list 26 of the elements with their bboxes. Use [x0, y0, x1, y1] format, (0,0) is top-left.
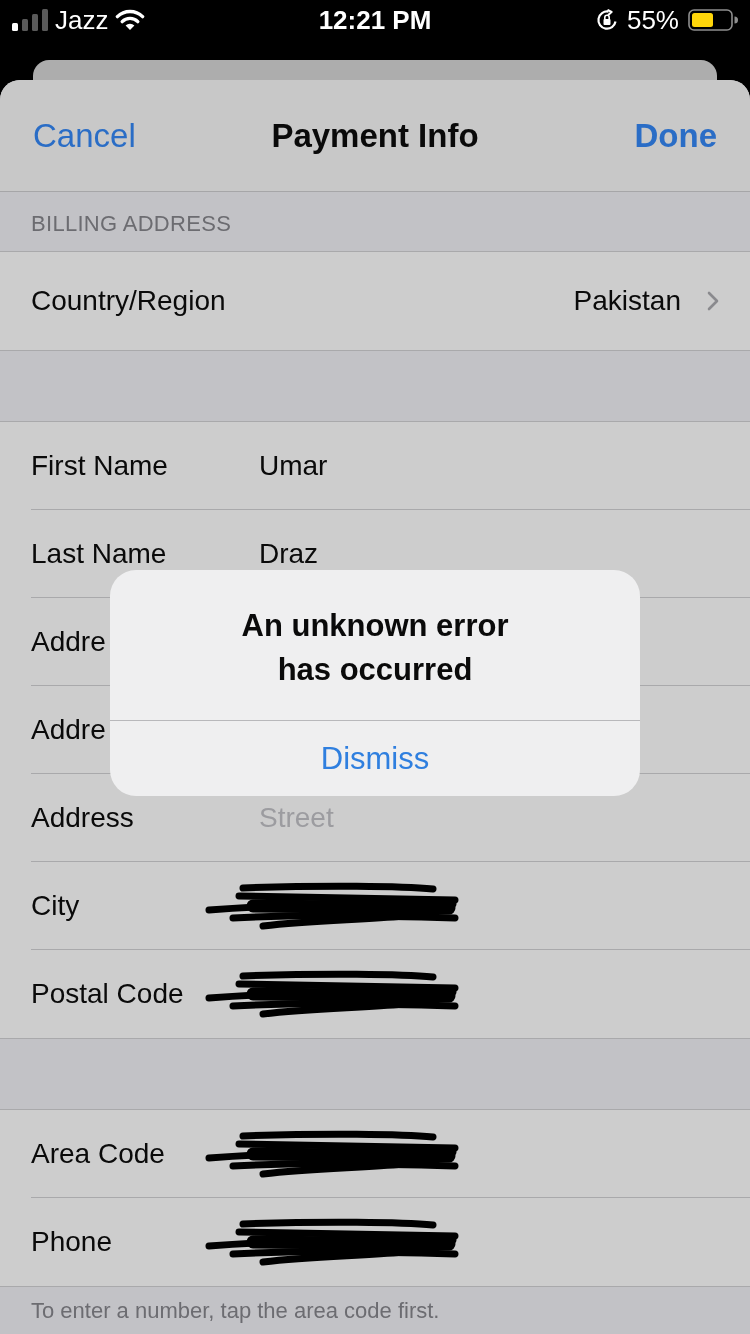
carrier-name: Jazz: [55, 6, 109, 34]
footer-note: To enter a number, tap the area code first.: [31, 1298, 440, 1323]
field-label: Addre: [31, 624, 106, 659]
status-time: 12:21 PM: [318, 6, 432, 34]
field-label: Country/Region: [31, 284, 226, 318]
orientation-lock-icon: [595, 9, 618, 31]
sheet-title: Payment Info: [271, 115, 479, 156]
field-label: Area Code: [31, 1136, 165, 1171]
field-label: Addre: [31, 712, 106, 747]
input-field[interactable]: Umar: [259, 448, 719, 483]
chevron-icon: [707, 291, 719, 311]
section-header: BILLING ADDRESS: [31, 209, 232, 238]
field-label: City: [31, 888, 80, 923]
input-field[interactable]: Draz: [259, 536, 719, 571]
battery-icon: [688, 9, 738, 31]
battery-percentage: 55%: [626, 6, 679, 34]
field-label: Last Name: [31, 536, 167, 571]
field-label: Phone: [31, 1225, 112, 1259]
dismiss-button[interactable]: Dismiss: [110, 720, 640, 796]
selected-value[interactable]: Pakistan: [573, 284, 681, 318]
wifi-icon: [115, 9, 146, 31]
signal-icon: [12, 9, 48, 31]
alert-title: An unknown error has occurred: [240, 607, 510, 689]
field-label: Address: [31, 800, 134, 835]
field-label: First Name: [31, 448, 168, 483]
field-label: Postal Code: [31, 977, 184, 1011]
